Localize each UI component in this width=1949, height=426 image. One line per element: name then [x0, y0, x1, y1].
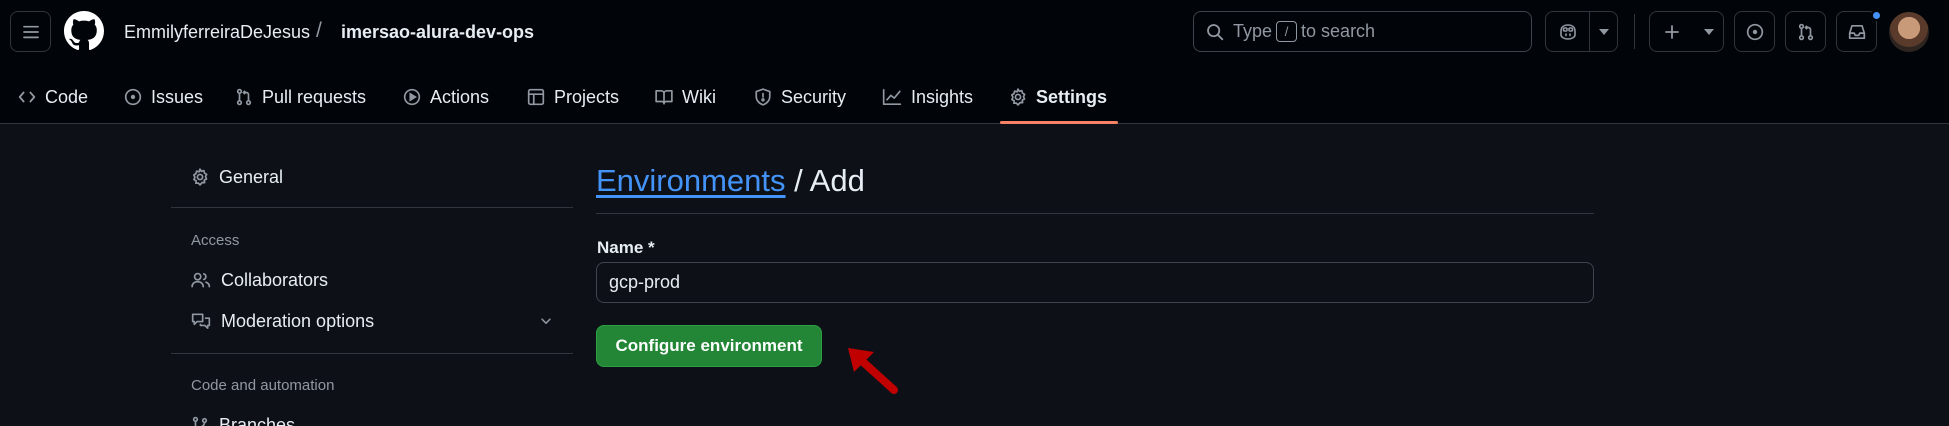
breadcrumb-environments-link[interactable]: Environments [596, 163, 786, 198]
sidebar-item-moderation-options[interactable]: Moderation options [191, 303, 553, 339]
copilot-dropdown-button[interactable] [1590, 12, 1617, 51]
tab-code-label: Code [45, 86, 89, 107]
page-title: Environments / Add [596, 162, 865, 200]
issue-opened-icon [124, 88, 142, 106]
environment-name-input[interactable] [596, 262, 1594, 303]
tab-code[interactable]: Code [18, 70, 88, 124]
tab-security[interactable]: Security [754, 70, 846, 124]
tab-insights[interactable]: Insights [882, 70, 973, 124]
configure-environment-button[interactable]: Configure environment [596, 325, 822, 367]
table-icon [527, 88, 545, 106]
tab-issues-label: Issues [151, 86, 204, 107]
hamburger-menu-button[interactable] [10, 11, 51, 52]
create-new-button[interactable] [1650, 12, 1694, 51]
breadcrumb-owner-link[interactable]: EmmilyferreiraDeJesus [124, 20, 310, 44]
issues-button[interactable] [1734, 11, 1775, 52]
sidebar-item-collaborators-label: Collaborators [221, 269, 329, 290]
title-divider [596, 213, 1594, 214]
inbox-icon [1848, 24, 1865, 39]
search-placeholder-prefix: Type [1233, 21, 1273, 41]
tab-issues[interactable]: Issues [124, 70, 203, 124]
people-icon [191, 272, 211, 288]
tab-settings-label: Settings [1036, 86, 1108, 107]
sidebar-item-general[interactable]: General [191, 159, 283, 195]
sidebar-heading-code-automation: Code and automation [191, 377, 335, 394]
gear-icon [1010, 88, 1026, 106]
sidebar-divider [171, 353, 573, 354]
tab-security-label: Security [781, 86, 847, 107]
search-shortcut-key: / [1276, 21, 1298, 42]
sidebar-item-collaborators[interactable]: Collaborators [191, 262, 328, 298]
search-icon [1207, 23, 1224, 40]
sidebar-item-branches[interactable]: Branches [191, 407, 295, 426]
create-new-dropdown-button[interactable] [1694, 12, 1723, 51]
tab-actions[interactable]: Actions [403, 70, 489, 124]
tab-wiki[interactable]: Wiki [655, 70, 716, 124]
copilot-icon [1559, 23, 1576, 40]
gear-icon [192, 168, 208, 186]
issue-opened-icon [1746, 23, 1763, 40]
global-header: EmmilyferreiraDeJesus / imersao-alura-de… [0, 0, 1949, 124]
copilot-menu[interactable] [1545, 11, 1618, 52]
breadcrumb-repo-link[interactable]: imersao-alura-dev-ops [341, 20, 534, 44]
plus-icon [1665, 24, 1679, 39]
create-new-menu[interactable] [1649, 11, 1724, 52]
header-divider [1634, 14, 1635, 49]
tab-actions-label: Actions [430, 86, 490, 107]
tab-projects[interactable]: Projects [527, 70, 619, 124]
tab-insights-label: Insights [911, 86, 974, 107]
copilot-button[interactable] [1546, 12, 1589, 51]
active-tab-indicator [1000, 121, 1118, 124]
chevron-down-icon [541, 318, 551, 324]
comment-discussion-icon [191, 313, 211, 330]
git-branch-icon [192, 416, 208, 426]
tab-pull-requests[interactable]: Pull requests [235, 70, 366, 124]
breadcrumb-separator: / [316, 19, 322, 42]
repo-nav-tabs: Code Issues Pull requests Actions Projec… [0, 70, 1949, 124]
search-placeholder-suffix: to search [1301, 21, 1376, 41]
annotation-arrow-icon [848, 348, 898, 394]
sidebar-item-branches-label: Branches [219, 414, 296, 426]
tab-settings[interactable]: Settings [1009, 70, 1107, 124]
name-field-label: Name * [597, 238, 655, 257]
breadcrumb-current: / Add [785, 163, 865, 198]
tab-projects-label: Projects [554, 86, 620, 107]
git-pull-request-icon [236, 88, 252, 106]
shield-icon [755, 88, 771, 106]
three-bars-icon [22, 25, 39, 38]
play-icon [403, 88, 421, 106]
triangle-down-icon [1598, 28, 1609, 35]
sidebar-heading-access: Access [191, 232, 240, 249]
git-pull-request-icon [1798, 23, 1813, 40]
code-icon [18, 91, 36, 103]
graph-icon [882, 88, 902, 106]
pull-requests-button[interactable] [1785, 11, 1826, 52]
sidebar-item-general-label: General [219, 166, 284, 187]
tab-wiki-label: Wiki [682, 86, 716, 107]
global-search-input[interactable]: Type / to search [1193, 11, 1532, 52]
triangle-down-icon [1703, 28, 1714, 35]
book-icon [655, 89, 673, 105]
tab-pull-requests-label: Pull requests [262, 86, 367, 107]
user-avatar[interactable] [1889, 12, 1929, 52]
sidebar-divider [171, 207, 573, 208]
github-logo-icon[interactable] [64, 11, 104, 56]
sidebar-item-moderation-options-label: Moderation options [221, 310, 375, 331]
notification-dot [1871, 10, 1882, 21]
